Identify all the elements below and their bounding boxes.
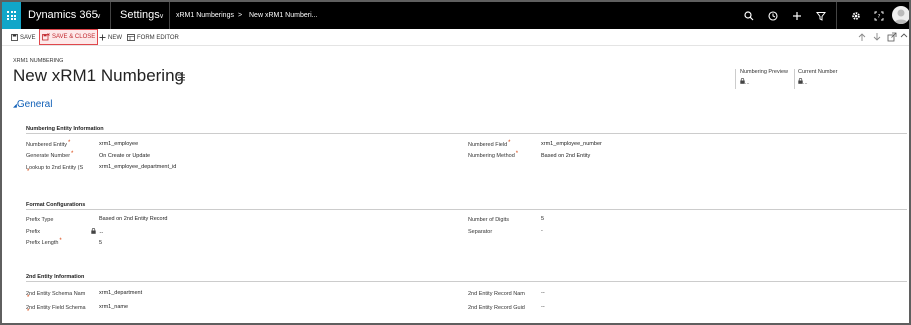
field-label-2nd-entity-schema-name: 2nd Entity Schema Nam: [26, 291, 86, 297]
save-close-icon: [42, 33, 50, 41]
required-asterisk: *: [508, 140, 511, 146]
nav-divider: [110, 2, 111, 29]
field-label-numbered-entity: Numbered Entity*: [26, 140, 71, 148]
required-asterisk: *: [27, 295, 30, 301]
required-asterisk: *: [515, 151, 519, 157]
gear-icon[interactable]: [849, 9, 862, 22]
field-value-prefix: --: [91, 228, 103, 236]
divider: [26, 209, 907, 210]
divider: [26, 133, 907, 134]
list-icon[interactable]: [177, 74, 185, 81]
command-bar: SAVE SAVE & CLOSE NEW FORM EDITOR: [2, 29, 909, 46]
field-value-separator[interactable]: -: [541, 228, 543, 234]
field-value-2nd-entity-record-guid: --: [541, 304, 545, 310]
new-button[interactable]: NEW: [98, 32, 122, 43]
field-label-numbered-field: Numbered Field*: [468, 140, 511, 148]
chevron-down-icon[interactable]: ∨: [96, 12, 101, 20]
field-label-prefix-length: Prefix Length*: [26, 238, 62, 246]
history-icon[interactable]: [766, 9, 779, 22]
save-label: SAVE: [20, 34, 36, 41]
field-label-2nd-entity-field-schema: 2nd Entity Field Schema: [26, 305, 86, 311]
subsection-heading-2nd-entity: 2nd Entity Information: [26, 274, 85, 280]
field-label-prefix-type: Prefix Type: [26, 217, 54, 223]
plus-icon: [98, 34, 106, 42]
field-value-prefix-type[interactable]: Based on 2nd Entity Record: [99, 216, 168, 222]
field-label-number-of-digits: Number of Digits: [468, 217, 509, 223]
save-close-label: SAVE & CLOSE: [52, 34, 96, 40]
field-value-2nd-entity-field-schema[interactable]: xrm1_name: [99, 304, 128, 310]
field-label-numbering-method: Numbering Method*: [468, 151, 519, 159]
new-label: NEW: [108, 34, 122, 41]
section-title: General: [16, 99, 53, 110]
expand-icon[interactable]: [900, 32, 909, 42]
pop-out-icon[interactable]: [887, 32, 897, 42]
field-label-2nd-entity-record-name: 2nd Entity Record Nam: [468, 291, 525, 297]
required-asterisk: *: [59, 238, 62, 244]
field-label-separator: Separator: [468, 229, 493, 235]
header-field-label: Numbering Preview: [740, 69, 788, 75]
header-field-value: ...: [803, 80, 808, 86]
field-label-lookup-2nd-entity: Lookup to 2nd Entity (S: [26, 165, 84, 171]
required-asterisk: *: [71, 151, 74, 157]
field-value-number-of-digits[interactable]: 5: [541, 216, 544, 222]
save-button[interactable]: SAVE: [10, 32, 36, 43]
required-asterisk: *: [27, 309, 30, 315]
header-separator: [794, 69, 795, 89]
avatar[interactable]: [892, 6, 909, 24]
field-value-numbered-field[interactable]: xrm1_employee_number: [541, 141, 602, 147]
page-title: New xRM1 Numbering: [13, 66, 184, 85]
form-editor-label: FORM EDITOR: [137, 34, 179, 41]
app-window: Dynamics 365 ∨ Settings ∨ xRM1 Numbering…: [0, 0, 911, 325]
svg-text:?: ?: [877, 14, 880, 20]
arrow-up-icon[interactable]: [857, 32, 867, 42]
save-close-button[interactable]: SAVE & CLOSE: [39, 29, 99, 45]
form-editor-icon: [127, 34, 135, 42]
nav-divider: [836, 2, 837, 29]
header-separator: [735, 69, 736, 89]
field-value-prefix-length[interactable]: 5: [99, 240, 102, 246]
field-value-numbered-entity[interactable]: xrm1_employee: [99, 141, 138, 147]
header-field-current-number: Current Number ...: [798, 69, 837, 86]
header-field-value: ...: [745, 80, 750, 86]
breadcrumb-entity[interactable]: xRM1 Numberings: [176, 12, 234, 19]
required-asterisk: *: [27, 169, 30, 175]
arrow-down-icon[interactable]: [872, 32, 882, 42]
subsection-heading-numbering-entity: Numbering Entity Information: [26, 126, 104, 132]
chevron-down-icon[interactable]: ∨: [159, 12, 164, 20]
field-value-generate-number[interactable]: On Create or Update: [99, 153, 150, 159]
top-nav-bar: Dynamics 365 ∨ Settings ∨ xRM1 Numbering…: [2, 2, 909, 29]
section-toggle-general[interactable]: ◢General: [13, 99, 52, 110]
divider: [26, 281, 907, 282]
field-value-lookup-2nd-entity[interactable]: xrm1_employee_department_id: [99, 164, 176, 170]
record-type-label: XRM1 NUMBERING: [13, 58, 64, 64]
field-value-2nd-entity-schema-name[interactable]: xrm1_department: [99, 290, 142, 296]
form-editor-button[interactable]: FORM EDITOR: [127, 32, 179, 43]
subsection-heading-format: Format Configurations: [26, 202, 86, 208]
search-icon[interactable]: [742, 9, 755, 22]
plus-icon[interactable]: [790, 9, 803, 22]
help-icon[interactable]: ?: [872, 9, 885, 22]
area-name[interactable]: Settings: [120, 9, 160, 21]
breadcrumb-record[interactable]: New xRM1 Numberi...: [249, 12, 317, 19]
breadcrumb-separator: >: [238, 12, 243, 19]
required-asterisk: *: [67, 140, 71, 146]
lock-icon: [91, 228, 96, 234]
field-label-prefix: Prefix: [26, 229, 41, 235]
field-label-2nd-entity-record-guid: 2nd Entity Record Guid: [468, 305, 525, 311]
header-field-label: Current Number: [798, 69, 838, 75]
header-field-numbering-preview: Numbering Preview ...: [740, 69, 788, 86]
field-label-generate-number: Generate Number*: [26, 151, 74, 159]
field-value-numbering-method[interactable]: Based on 2nd Entity: [541, 153, 590, 159]
field-value-2nd-entity-record-name: --: [541, 290, 545, 296]
floppy-disk-icon: [10, 34, 18, 42]
nav-divider: [169, 2, 170, 29]
app-launcher-icon[interactable]: [2, 2, 21, 29]
app-name[interactable]: Dynamics 365: [28, 9, 98, 21]
filter-icon[interactable]: [814, 9, 827, 22]
